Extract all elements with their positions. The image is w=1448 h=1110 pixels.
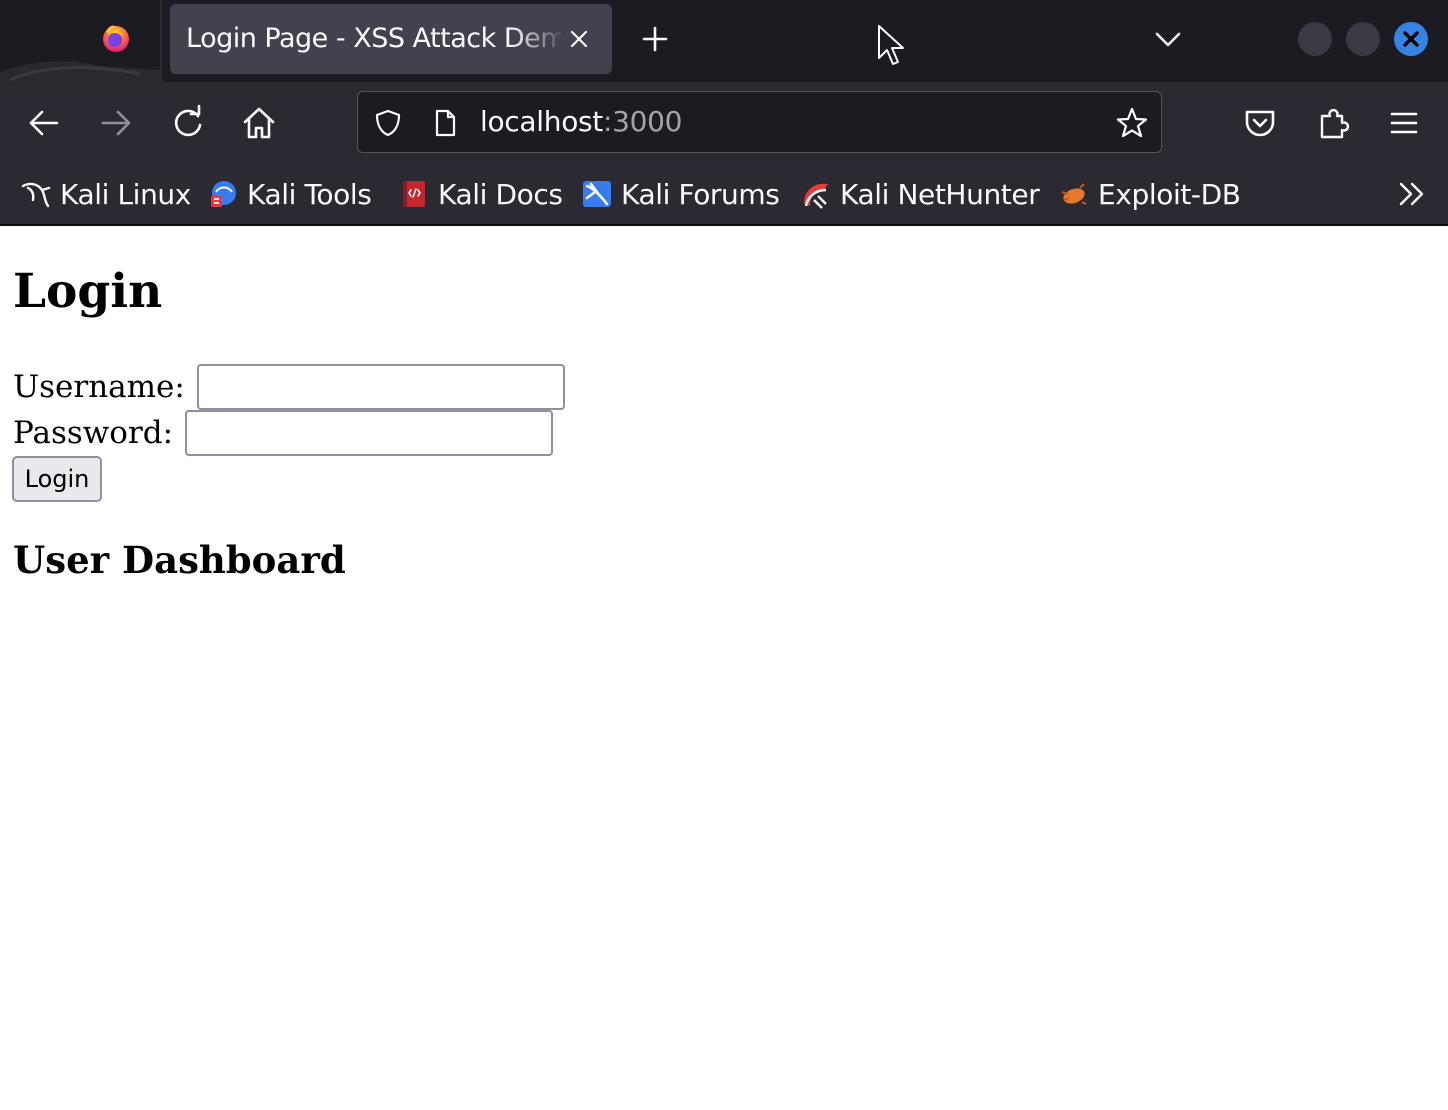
- back-arrow-icon[interactable]: [23, 102, 65, 144]
- kali-forums-icon: [583, 181, 611, 207]
- page-content: Login Username: Password: Login User Das…: [0, 226, 1448, 1110]
- hamburger-menu-icon[interactable]: [1383, 102, 1425, 144]
- bookmark-label: Kali Tools: [247, 177, 372, 211]
- url-text[interactable]: localhost:3000: [480, 92, 683, 152]
- username-label: Username:: [13, 368, 185, 405]
- username-input[interactable]: [196, 364, 565, 410]
- kali-tools-icon: [211, 181, 236, 207]
- mouse-pointer-icon: [878, 25, 904, 65]
- chevron-double-right-icon[interactable]: [1394, 176, 1430, 212]
- password-label: Password:: [13, 414, 174, 451]
- login-button[interactable]: Login: [12, 456, 102, 502]
- username-row: Username:: [13, 363, 565, 411]
- chevron-down-icon[interactable]: [1150, 22, 1186, 56]
- firefox-icon[interactable]: [100, 22, 132, 54]
- exploit-db-icon: [1061, 183, 1087, 205]
- star-icon[interactable]: [1115, 106, 1149, 140]
- close-icon: [1403, 31, 1419, 47]
- tab-active[interactable]: Login Page - XSS Attack Demo: [170, 4, 612, 74]
- window-close-button[interactable]: [1394, 22, 1428, 56]
- password-row: Password:: [13, 409, 554, 457]
- login-heading: Login: [13, 264, 163, 319]
- close-icon[interactable]: [564, 24, 594, 54]
- wallpaper-decoration: [0, 61, 160, 82]
- tab-title-fade: [510, 4, 566, 74]
- bookmark-exploit-db[interactable]: Exploit-DB: [1058, 164, 1241, 224]
- bookmark-kali-docs[interactable]: Kali Docs: [398, 164, 563, 224]
- kali-nethunter-icon: [804, 183, 828, 209]
- bookmark-kali-linux[interactable]: Kali Linux: [20, 164, 191, 224]
- shield-icon[interactable]: [373, 108, 403, 138]
- kali-docs-icon: [403, 181, 425, 207]
- home-icon[interactable]: [238, 102, 280, 144]
- title-bar: Login Page - XSS Attack Demo: [0, 0, 1448, 82]
- navigation-toolbar: localhost:3000: [0, 82, 1448, 164]
- maximize-button[interactable]: [1346, 22, 1380, 56]
- tab-title: Login Page - XSS Attack Demo: [186, 23, 561, 54]
- bookmark-label: Kali Linux: [60, 177, 191, 211]
- password-input[interactable]: [185, 410, 554, 456]
- bookmark-label: Kali NetHunter: [840, 177, 1040, 211]
- minimize-button[interactable]: [1298, 22, 1332, 56]
- pocket-icon[interactable]: [1239, 102, 1281, 144]
- kali-dragon-icon: [21, 182, 51, 208]
- bookmark-label: Kali Forums: [621, 177, 780, 211]
- bookmarks-toolbar: Kali Linux Kali Tools Kali Docs Kali For…: [0, 164, 1448, 224]
- tab-strip-separator: [160, 0, 162, 82]
- bookmark-label: Kali Docs: [438, 177, 563, 211]
- extensions-icon[interactable]: [1312, 102, 1354, 144]
- reload-icon[interactable]: [167, 102, 209, 144]
- bookmark-kali-tools[interactable]: Kali Tools: [207, 164, 372, 224]
- page-icon[interactable]: [430, 108, 460, 138]
- plus-icon[interactable]: [636, 20, 674, 58]
- bookmark-label: Exploit-DB: [1098, 177, 1241, 211]
- bookmark-kali-forums[interactable]: Kali Forums: [581, 164, 780, 224]
- url-host: localhost: [480, 105, 603, 138]
- dashboard-heading: User Dashboard: [13, 538, 346, 582]
- forward-arrow-icon[interactable]: [95, 102, 137, 144]
- url-port: :3000: [603, 105, 683, 138]
- bookmark-kali-nethunter[interactable]: Kali NetHunter: [800, 164, 1040, 224]
- url-bar[interactable]: localhost:3000: [357, 91, 1162, 153]
